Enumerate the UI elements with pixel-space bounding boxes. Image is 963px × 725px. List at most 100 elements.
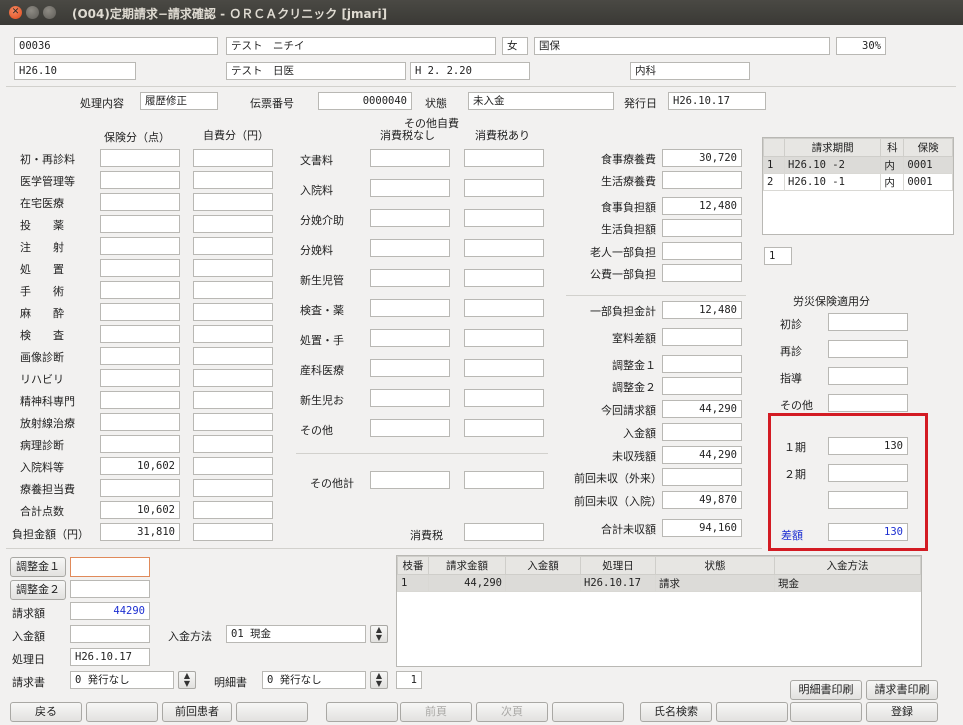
right-row-field[interactable]: 49,870: [662, 491, 742, 509]
kiki-field[interactable]: 130: [828, 437, 908, 455]
shohizei-field[interactable]: [464, 523, 544, 541]
next-page-button[interactable]: 次頁: [476, 702, 548, 722]
hoken-field[interactable]: [100, 347, 180, 365]
tax-yes-field[interactable]: [464, 239, 544, 257]
jihi-field[interactable]: [193, 369, 273, 387]
nyukin-method-field[interactable]: 01 現金: [226, 625, 366, 643]
tax-none-field[interactable]: [370, 209, 450, 227]
right-row-field[interactable]: 94,160: [662, 519, 742, 537]
period-list[interactable]: 請求期間 科 保険 1 H26.10 -2 内 0001 2 H26.10 -1…: [762, 137, 954, 235]
table-row[interactable]: 1 44,290 H26.10.17 請求 現金: [397, 574, 921, 592]
tax-yes-field[interactable]: [464, 269, 544, 287]
seikyu-field[interactable]: 44290: [70, 602, 150, 620]
hoken-field[interactable]: [100, 171, 180, 189]
doctor-field[interactable]: テスト 日医: [226, 62, 406, 80]
copies-field[interactable]: 1: [396, 671, 422, 689]
right-row-field[interactable]: [662, 264, 742, 282]
minimize-window-button[interactable]: [26, 6, 39, 19]
shoribi-field[interactable]: H26.10.17: [70, 648, 150, 666]
hoken-field[interactable]: 10,602: [100, 501, 180, 519]
tax-none-field[interactable]: [370, 359, 450, 377]
tax-none-field[interactable]: [370, 329, 450, 347]
table-row[interactable]: 2 H26.10 -1 内 0001: [763, 173, 953, 191]
right-row-field[interactable]: 12,480: [662, 301, 742, 319]
sonota-kei-b-field[interactable]: [464, 471, 544, 489]
rousai-field[interactable]: [828, 367, 908, 385]
rate-field[interactable]: 30%: [836, 37, 886, 55]
shori-field[interactable]: 履歴修正: [140, 92, 218, 110]
maximize-window-button[interactable]: [43, 6, 56, 19]
jihi-field[interactable]: [193, 325, 273, 343]
futan-jihi-field[interactable]: [193, 523, 273, 541]
rousai-field[interactable]: [828, 313, 908, 331]
hoken-field[interactable]: [100, 391, 180, 409]
patient-id-field[interactable]: 00036: [14, 37, 218, 55]
jihi-field[interactable]: [193, 501, 273, 519]
right-row-field[interactable]: [662, 171, 742, 189]
jihi-field[interactable]: [193, 435, 273, 453]
right-row-field[interactable]: [662, 328, 742, 346]
jihi-field[interactable]: [193, 259, 273, 277]
tax-none-field[interactable]: [370, 299, 450, 317]
right-row-field[interactable]: [662, 355, 742, 373]
kiki-field[interactable]: [828, 464, 908, 482]
meisaisho-field[interactable]: 0 発行なし: [262, 671, 366, 689]
jihi-field[interactable]: [193, 149, 273, 167]
jihi-field[interactable]: [193, 457, 273, 475]
right-row-field[interactable]: [662, 242, 742, 260]
patient-name-field[interactable]: テスト ニチイ: [226, 37, 496, 55]
prev-page-button[interactable]: 前頁: [400, 702, 472, 722]
register-button[interactable]: 登録: [866, 702, 938, 722]
right-row-field[interactable]: [662, 377, 742, 395]
patient-sex-field[interactable]: 女: [502, 37, 528, 55]
tax-none-field[interactable]: [370, 239, 450, 257]
payment-list[interactable]: 枝番 請求金額 入金額 処理日 状態 入金方法 1 44,290 H26.10.…: [396, 555, 922, 667]
hoken-field[interactable]: [100, 369, 180, 387]
era-field[interactable]: H26.10: [14, 62, 136, 80]
tax-none-field[interactable]: [370, 269, 450, 287]
hoken-field[interactable]: [100, 149, 180, 167]
jihi-field[interactable]: [193, 237, 273, 255]
chosei2-input[interactable]: [70, 580, 150, 598]
tax-none-field[interactable]: [370, 149, 450, 167]
jihi-field[interactable]: [193, 413, 273, 431]
hoken-field[interactable]: [100, 325, 180, 343]
close-window-button[interactable]: ✕: [9, 6, 22, 19]
function-key-11[interactable]: [790, 702, 862, 722]
sonota-kei-a-field[interactable]: [370, 471, 450, 489]
function-key-4[interactable]: [236, 702, 308, 722]
jihi-field[interactable]: [193, 193, 273, 211]
status-field[interactable]: 未入金: [468, 92, 614, 110]
jihi-field[interactable]: [193, 391, 273, 409]
rousai-field[interactable]: [828, 394, 908, 412]
kiki-field[interactable]: [828, 491, 908, 509]
futan-hoken-field[interactable]: 31,810: [100, 523, 180, 541]
nyukin-field[interactable]: [70, 625, 150, 643]
hoken-field[interactable]: [100, 303, 180, 321]
period-page-field[interactable]: 1: [764, 247, 792, 265]
tax-none-field[interactable]: [370, 179, 450, 197]
jihi-field[interactable]: [193, 479, 273, 497]
right-row-field[interactable]: 30,720: [662, 149, 742, 167]
tax-yes-field[interactable]: [464, 359, 544, 377]
print-meisai-button[interactable]: 明細書印刷: [790, 680, 862, 700]
chosei1-input[interactable]: [70, 557, 150, 577]
chosei2-button[interactable]: 調整金２: [10, 580, 66, 600]
back-button[interactable]: 戻る: [10, 702, 82, 722]
department-field[interactable]: 内科: [630, 62, 750, 80]
tax-yes-field[interactable]: [464, 419, 544, 437]
hoken-field[interactable]: [100, 413, 180, 431]
tax-yes-field[interactable]: [464, 389, 544, 407]
nyukin-method-spinner[interactable]: ▲ ▼: [370, 625, 388, 643]
right-row-field[interactable]: 44,290: [662, 446, 742, 464]
tax-none-field[interactable]: [370, 419, 450, 437]
right-row-field[interactable]: [662, 423, 742, 441]
hoken-field[interactable]: [100, 435, 180, 453]
meisaisho-spinner[interactable]: ▲ ▼: [370, 671, 388, 689]
chosei1-button[interactable]: 調整金１: [10, 557, 66, 577]
hoken-field[interactable]: [100, 479, 180, 497]
right-row-field[interactable]: [662, 219, 742, 237]
right-row-field[interactable]: [662, 468, 742, 486]
tax-none-field[interactable]: [370, 389, 450, 407]
rousai-field[interactable]: [828, 340, 908, 358]
